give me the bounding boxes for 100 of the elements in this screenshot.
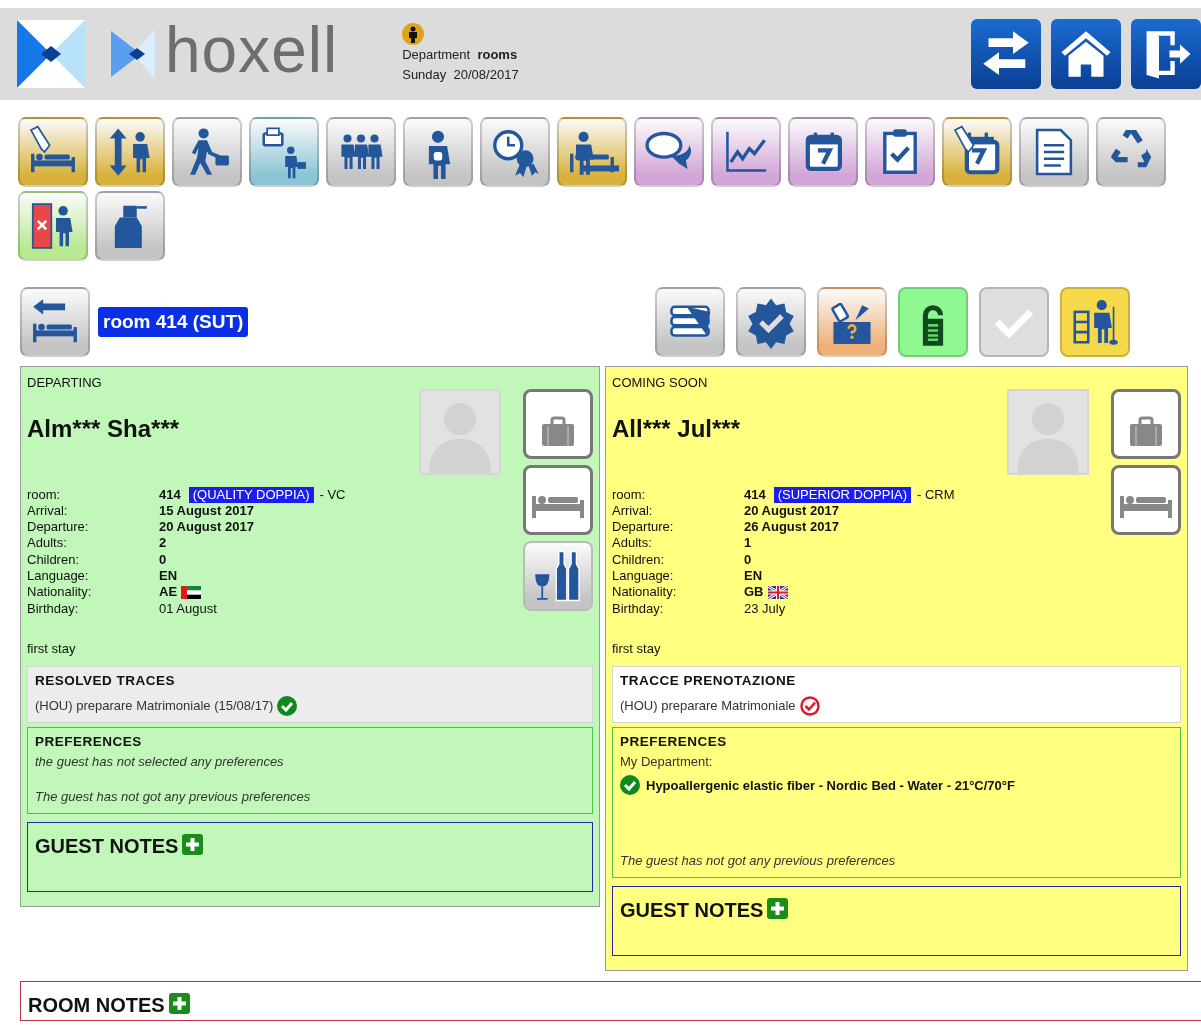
field-value: 0: [744, 551, 752, 568]
section-title: ROOM NOTES: [28, 993, 165, 1016]
status-label: COMING SOON: [612, 374, 709, 392]
field-value: 20 August 2017: [159, 519, 254, 536]
toolbar-button[interactable]: [20, 287, 90, 357]
logo-icon: [111, 29, 155, 79]
field-value: 2: [159, 535, 167, 552]
field-label: Adults:: [27, 535, 68, 552]
suitcase-icon: [1130, 416, 1162, 446]
toolbar-button[interactable]: [865, 117, 935, 187]
field-value: 23 July: [744, 600, 786, 617]
field-value: 1: [744, 535, 752, 552]
toolbar-button[interactable]: [480, 117, 550, 187]
field-value: EN: [744, 568, 763, 585]
room-type-tag: (SUPERIOR DOPPIA): [773, 486, 911, 503]
status-label: DEPARTING: [27, 374, 103, 392]
preference-note: The guest has not got any previous preferences: [35, 788, 312, 807]
field-label: Children:: [27, 551, 81, 568]
side-button[interactable]: [523, 541, 593, 611]
toolbar-button[interactable]: [711, 117, 781, 187]
toolbar-button[interactable]: [736, 287, 806, 357]
suitcase-icon: [542, 416, 574, 446]
side-button[interactable]: [523, 389, 593, 459]
trace-text: (HOU) preparare Matrimoniale (15/08/17): [35, 696, 274, 715]
add-icon[interactable]: [767, 897, 788, 919]
rate-code: - VC: [319, 486, 346, 503]
field-value: 26 August 2017: [744, 519, 839, 536]
toolbar-button[interactable]: [95, 191, 165, 261]
toolbar-button[interactable]: [326, 117, 396, 187]
field-label: Nationality:: [612, 584, 678, 601]
field-label: Birthday:: [612, 600, 665, 617]
field-label: Birthday:: [27, 600, 80, 617]
check-circle-icon: [620, 775, 640, 796]
toolbar-button[interactable]: [788, 117, 858, 187]
side-button[interactable]: [1111, 465, 1181, 535]
section-title: PREFERENCES: [35, 732, 143, 751]
field-label: room:: [27, 486, 62, 503]
preference-note: the guest has not selected any preferences: [35, 752, 285, 771]
field-label: Arrival:: [27, 502, 69, 520]
rate-code: - CRM: [917, 486, 955, 503]
field-value: 01 August: [159, 600, 217, 617]
nav-button[interactable]: [1051, 19, 1121, 89]
guest-name: All*** Jul***: [612, 413, 742, 444]
toolbar-button[interactable]: [634, 117, 704, 187]
field-label: Departure:: [27, 519, 90, 536]
field-label: Departure:: [612, 519, 675, 536]
room-type-tag: (QUALITY DOPPIA): [188, 486, 314, 503]
add-icon[interactable]: [169, 992, 191, 1014]
field-value: 20 August 2017: [744, 502, 839, 520]
field-value: AE: [159, 584, 178, 601]
toolbar-button[interactable]: [655, 287, 725, 357]
toolbar-button[interactable]: [557, 117, 627, 187]
toolbar-button[interactable]: [817, 287, 887, 357]
logo-icon: [17, 20, 85, 88]
department-label: Department: [402, 47, 471, 62]
preference-note: The guest has not got any previous preferences: [620, 852, 897, 871]
toolbar-button[interactable]: [942, 117, 1012, 187]
add-icon[interactable]: [182, 833, 203, 855]
toolbar-button[interactable]: [18, 117, 88, 187]
stay-note: first stay: [27, 639, 77, 658]
toolbar-button[interactable]: [249, 117, 319, 187]
field-label: Language:: [27, 568, 90, 585]
toolbar-button[interactable]: [1060, 287, 1130, 357]
stay-note: first stay: [612, 639, 662, 658]
nav-button[interactable]: [971, 19, 1041, 89]
side-button[interactable]: [1111, 389, 1181, 459]
room-label: room 414 (SUT): [98, 306, 249, 338]
section-title: RESOLVED TRACES: [35, 672, 176, 691]
toolbar-button[interactable]: [95, 117, 165, 187]
field-value: 414: [159, 486, 181, 503]
toolbar-button[interactable]: [1019, 117, 1089, 187]
field-label: Children:: [612, 551, 666, 568]
section-title: PREFERENCES: [620, 732, 728, 751]
field-value: 414: [744, 486, 766, 503]
toolbar-button[interactable]: [403, 117, 473, 187]
field-label: Nationality:: [27, 584, 93, 601]
section-title: TRACCE PRENOTAZIONE: [620, 672, 797, 691]
person-icon: [402, 23, 425, 45]
toolbar-button[interactable]: [1096, 117, 1166, 187]
preference-item: Hypoallergenic elastic fiber - Nordic Bed - Water - 21°C/70°F: [646, 776, 1015, 795]
side-button[interactable]: [523, 465, 593, 535]
department-name: rooms: [477, 47, 518, 62]
trace-text: (HOU) preparare Matrimoniale: [620, 696, 796, 715]
toolbar-button[interactable]: [172, 117, 242, 187]
bed-icon: [1120, 496, 1172, 518]
section-title: GUEST NOTES: [35, 834, 179, 857]
field-label: Arrival:: [612, 502, 654, 520]
field-value: EN: [159, 568, 178, 585]
field-value: 15 August 2017: [159, 502, 254, 520]
day-label: Sunday: [402, 67, 447, 82]
preference-group: My Department:: [620, 751, 1174, 772]
field-label: room:: [612, 486, 647, 503]
toolbar-button[interactable]: [18, 191, 88, 261]
field-value: 0: [159, 551, 167, 568]
section-title: GUEST NOTES: [620, 898, 764, 921]
nav-button[interactable]: [1131, 19, 1201, 89]
logo-text: hoxell: [165, 18, 339, 82]
field-value: GB: [744, 584, 764, 601]
field-label: Adults:: [612, 535, 653, 552]
toolbar-button[interactable]: [898, 287, 968, 357]
